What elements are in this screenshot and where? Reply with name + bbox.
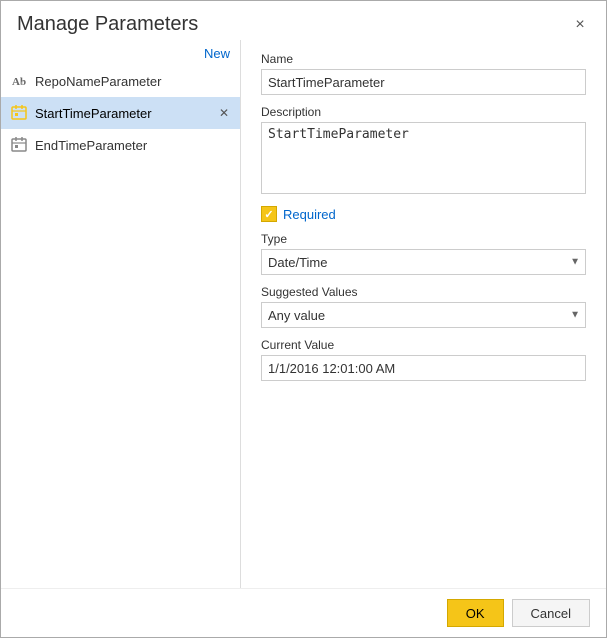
current-value-input[interactable] bbox=[261, 355, 586, 381]
calendar-icon bbox=[11, 136, 29, 154]
title-bar: Manage Parameters × bbox=[1, 1, 606, 40]
param-list: Ab c RepoNameParameter bbox=[1, 65, 240, 588]
required-label: Required bbox=[283, 207, 336, 222]
param-label: EndTimeParameter bbox=[35, 138, 232, 153]
calendar-icon bbox=[11, 104, 29, 122]
new-link[interactable]: New bbox=[204, 46, 230, 61]
name-input[interactable] bbox=[261, 69, 586, 95]
required-row: Required bbox=[261, 206, 586, 222]
suggested-select-wrapper: Any value List of values Query ▼ bbox=[261, 302, 586, 328]
close-button[interactable]: × bbox=[570, 15, 590, 35]
type-label: Type bbox=[261, 232, 586, 246]
suggested-select[interactable]: Any value List of values Query bbox=[261, 302, 586, 328]
suggested-field-group: Suggested Values Any value List of value… bbox=[261, 285, 586, 328]
manage-parameters-dialog: Manage Parameters × New Ab c RepoNamePar… bbox=[0, 0, 607, 638]
ok-button[interactable]: OK bbox=[447, 599, 504, 627]
suggested-label: Suggested Values bbox=[261, 285, 586, 299]
right-panel: Name Description StartTimeParameter Requ… bbox=[241, 40, 606, 588]
name-label: Name bbox=[261, 52, 586, 66]
param-label: RepoNameParameter bbox=[35, 74, 232, 89]
dialog-footer: OK Cancel bbox=[1, 588, 606, 637]
required-checkbox[interactable] bbox=[261, 206, 277, 222]
list-item[interactable]: Ab c RepoNameParameter bbox=[1, 65, 240, 97]
name-field-group: Name bbox=[261, 52, 586, 95]
description-field-group: Description StartTimeParameter bbox=[261, 105, 586, 194]
description-label: Description bbox=[261, 105, 586, 119]
abc-icon: Ab c bbox=[11, 72, 29, 90]
dialog-body: New Ab c RepoNameParameter bbox=[1, 40, 606, 588]
description-input[interactable]: StartTimeParameter bbox=[261, 122, 586, 194]
param-label: StartTimeParameter bbox=[35, 106, 216, 121]
current-value-label: Current Value bbox=[261, 338, 586, 352]
left-panel: New Ab c RepoNameParameter bbox=[1, 40, 241, 588]
new-link-row: New bbox=[1, 44, 240, 65]
type-select[interactable]: Date/Time Text Number Date Time Binary A… bbox=[261, 249, 586, 275]
current-value-field-group: Current Value bbox=[261, 338, 586, 381]
cancel-button[interactable]: Cancel bbox=[512, 599, 590, 627]
remove-button[interactable]: ✕ bbox=[216, 105, 232, 121]
type-select-wrapper: Date/Time Text Number Date Time Binary A… bbox=[261, 249, 586, 275]
svg-text:c: c bbox=[21, 78, 25, 87]
dialog-title: Manage Parameters bbox=[17, 13, 198, 36]
list-item[interactable]: EndTimeParameter bbox=[1, 129, 240, 161]
type-field-group: Type Date/Time Text Number Date Time Bin… bbox=[261, 232, 586, 275]
list-item[interactable]: StartTimeParameter ✕ bbox=[1, 97, 240, 129]
